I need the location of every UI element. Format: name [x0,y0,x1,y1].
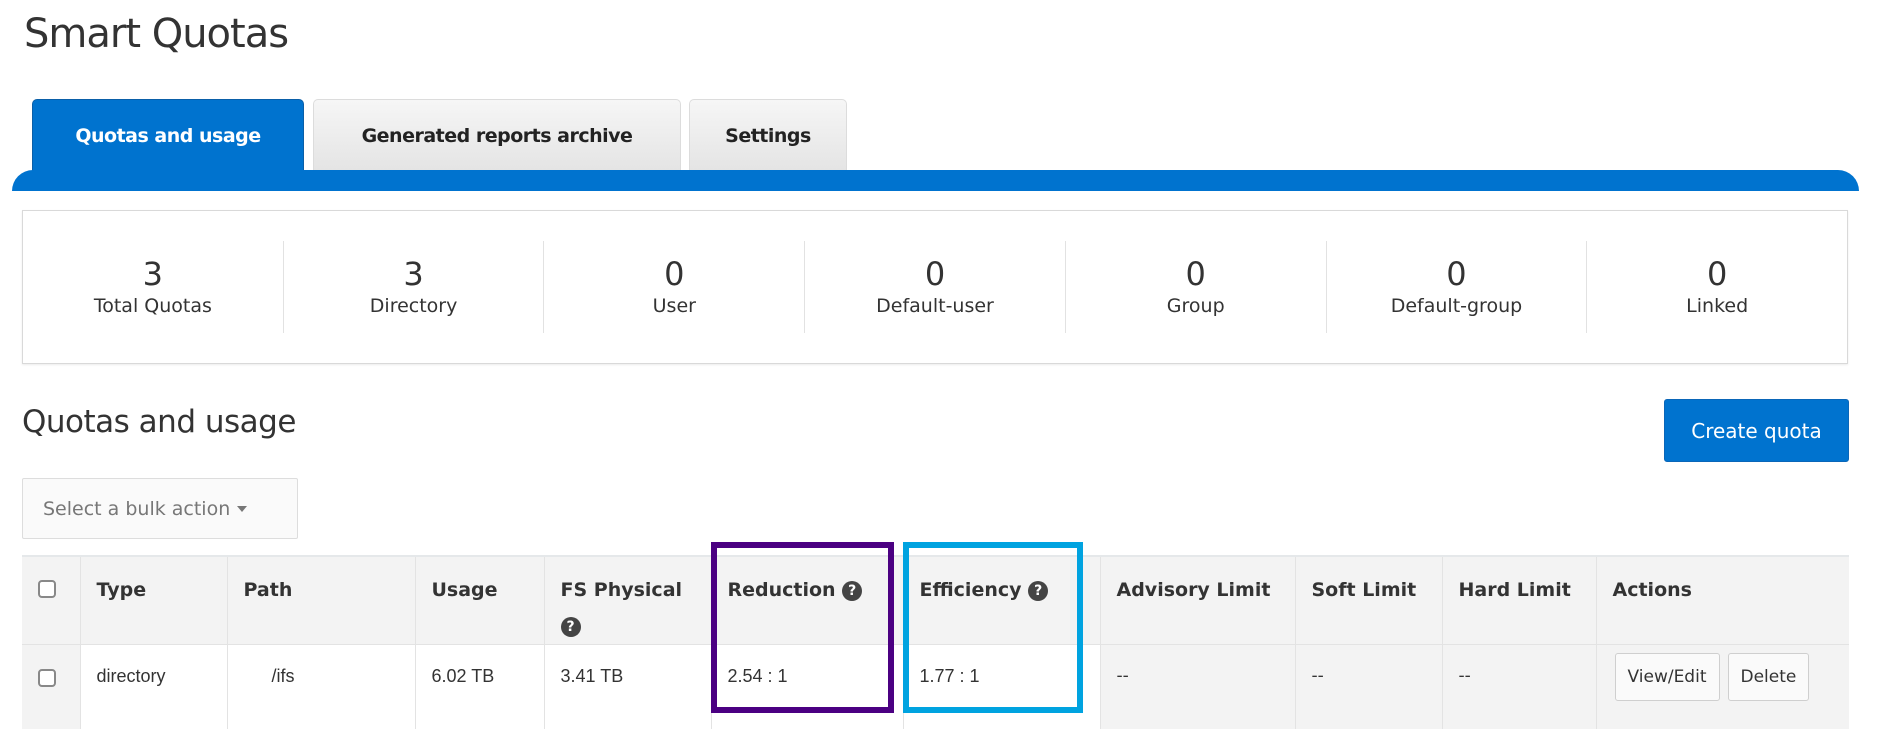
efficiency-highlight-box [903,542,1083,713]
stat-value: 3 [142,255,164,293]
row-checkbox[interactable] [38,669,56,687]
cell-path-value[interactable]: /ifs [244,666,295,686]
stat-label: User [652,295,696,317]
stat-label: Default-user [876,295,994,317]
cell-soft-limit: -- [1294,644,1442,729]
stat-label: Directory [369,295,458,317]
select-all-checkbox[interactable] [38,580,56,598]
stat-value: 0 [924,255,946,293]
cell-fs-physical: 3.41 TB [543,644,711,729]
stat-value: 3 [403,255,424,293]
stat-label: Linked [1686,295,1749,317]
quota-stats-summary: 3 Total Quotas 3 Directory 0 User 0 Defa… [22,210,1848,364]
stat-label: Total Quotas [93,295,212,317]
section-title: Quotas and usage [22,404,296,440]
stat-group: 0 Group [1064,241,1326,333]
bulk-action-select[interactable]: Select a bulk action [22,478,298,539]
stat-value: 0 [1446,255,1467,293]
stat-value: 0 [664,255,685,293]
header-advisory-limit[interactable]: Advisory Limit [1099,555,1295,645]
header-hard-limit[interactable]: Hard Limit [1441,555,1596,645]
cell-usage: 6.02 TB [414,644,544,729]
row-select-cell [22,645,80,729]
cell-path: /ifs [226,644,415,729]
delete-button[interactable]: Delete [1727,653,1810,701]
tab-generated-reports-archive[interactable]: Generated reports archive [313,99,681,171]
tab-quotas-and-usage[interactable]: Quotas and usage [32,99,304,171]
stat-directory: 3 Directory [282,241,544,333]
page-title: Smart Quotas [24,11,289,57]
header-fs-physical-label: FS Physical [560,579,683,601]
stat-label: Group [1166,295,1225,317]
cell-advisory-limit: -- [1099,644,1295,729]
header-path[interactable]: Path [226,555,415,645]
header-select-all [22,555,80,645]
tab-settings[interactable]: Settings [689,99,847,171]
stat-user: 0 User [543,241,804,333]
header-usage[interactable]: Usage [414,555,544,645]
header-fs-physical[interactable]: FS Physical ? [543,555,711,645]
stat-total-quotas: 3 Total Quotas [23,241,283,333]
stat-default-group: 0 Default-group [1325,241,1587,333]
caret-down-icon [237,505,248,512]
header-soft-limit[interactable]: Soft Limit [1294,555,1442,645]
stat-label: Default-group [1390,295,1523,317]
create-quota-button[interactable]: Create quota [1664,399,1849,462]
tab-bar [12,170,1859,191]
header-actions: Actions [1595,555,1849,645]
reduction-highlight-box [711,542,894,713]
header-type[interactable]: Type [79,555,227,645]
cell-type: directory [79,644,227,729]
cell-hard-limit: -- [1441,644,1596,729]
view-edit-button[interactable]: View/Edit [1614,653,1720,701]
stat-linked: 0 Linked [1586,241,1847,333]
bulk-action-label: Select a bulk action [43,497,231,520]
cell-actions: View/Edit Delete [1595,644,1849,729]
stat-value: 0 [1706,255,1728,293]
stat-value: 0 [1185,255,1206,293]
stat-default-user: 0 Default-user [804,241,1065,333]
help-icon[interactable]: ? [560,616,581,637]
